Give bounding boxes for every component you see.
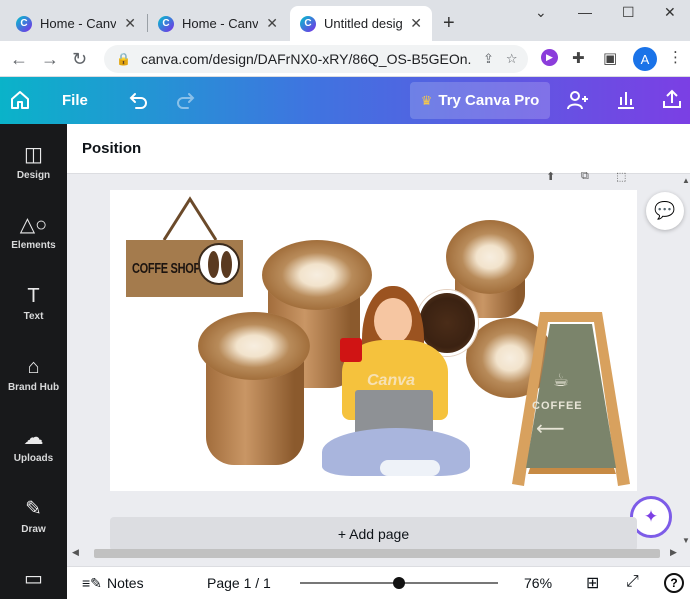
- grid-view-icon[interactable]: ⊞: [586, 573, 599, 593]
- lock-icon: 🔒: [116, 52, 131, 66]
- profile-avatar[interactable]: A: [633, 47, 657, 71]
- upload-share-icon[interactable]: [661, 88, 683, 115]
- elements-icon: △○: [19, 214, 48, 236]
- sparkle-icon: ✦: [643, 507, 659, 526]
- share-icon[interactable]: ⇪: [483, 51, 494, 67]
- page-indicator[interactable]: Page 1 / 1: [207, 575, 271, 591]
- help-icon[interactable]: ?: [664, 573, 684, 593]
- woman-shoes: [380, 460, 440, 476]
- notes-icon[interactable]: ≡✎: [82, 575, 102, 592]
- scroll-left-arrow-icon[interactable]: ◀: [72, 547, 79, 558]
- fullscreen-icon[interactable]: ⤢: [626, 573, 639, 591]
- close-icon[interactable]: ✕: [124, 15, 136, 32]
- add-comment-button[interactable]: 💬: [646, 192, 684, 230]
- canva-favicon-icon: C: [300, 15, 316, 32]
- insights-chart-icon[interactable]: [615, 88, 637, 115]
- address-url[interactable]: canva.com/design/DAFrNX0-xRY/86Q_OS-B5GE…: [141, 51, 471, 67]
- close-icon[interactable]: ✕: [266, 15, 278, 32]
- crown-icon: ♛: [420, 92, 433, 108]
- canva-watermark: Canva: [367, 372, 416, 389]
- sidebar-item-label: Text: [23, 311, 44, 322]
- scroll-thumb[interactable]: [94, 549, 660, 558]
- reload-icon[interactable]: ↻: [72, 49, 87, 70]
- back-arrow-icon[interactable]: ←: [10, 49, 28, 70]
- scroll-right-arrow-icon[interactable]: ▶: [670, 547, 677, 558]
- arrow-left-icon: ⟵: [536, 418, 565, 440]
- sidebar-item-label: Draw: [21, 524, 46, 535]
- brand-hub-icon: ⌂: [27, 356, 40, 378]
- canva-favicon-icon: C: [16, 15, 32, 32]
- woman-face: [374, 298, 412, 344]
- tab-title: Untitled design: [324, 16, 403, 31]
- design-icon: ◫: [24, 144, 43, 166]
- latte-art-front: [198, 312, 310, 380]
- undo-icon[interactable]: [128, 89, 150, 116]
- page-more-icon[interactable]: ⬚: [616, 170, 626, 183]
- cup-icon: ☕: [553, 370, 570, 390]
- canva-favicon-icon: C: [158, 15, 174, 32]
- sidebar-item-label: Design: [16, 170, 51, 181]
- share-people-icon[interactable]: [566, 88, 590, 117]
- sidebar-item-projects[interactable]: ▭: [0, 566, 67, 594]
- sidebar-item-label: Uploads: [13, 453, 54, 464]
- chevron-down-icon[interactable]: ⌄: [535, 4, 547, 21]
- browser-tab-home-1[interactable]: C Home - Canva ✕: [6, 6, 146, 41]
- sidebar-item-uploads[interactable]: ☁ Uploads: [0, 425, 67, 464]
- window-close-icon[interactable]: ✕: [664, 4, 676, 21]
- draw-icon: ✎: [25, 498, 42, 520]
- add-page-button[interactable]: + Add page: [110, 517, 637, 551]
- sidebar-item-label: Brand Hub: [7, 382, 60, 393]
- extension-play-icon[interactable]: ▶: [541, 49, 558, 66]
- uploads-icon: ☁: [23, 427, 44, 449]
- sidebar-item-design[interactable]: ◫ Design: [0, 142, 67, 181]
- scroll-down-arrow-icon[interactable]: ▼: [682, 536, 690, 545]
- sidebar-item-draw[interactable]: ✎ Draw: [0, 496, 67, 535]
- lock-page-icon[interactable]: ⬆: [546, 170, 555, 183]
- notes-button[interactable]: Notes: [107, 575, 144, 591]
- board-text: COFFEE: [532, 400, 583, 412]
- file-menu-button[interactable]: File: [62, 92, 88, 109]
- tab-title: Home - Canva: [182, 16, 259, 31]
- sidebar-item-brand-hub[interactable]: ⌂ Brand Hub: [0, 354, 67, 393]
- duplicate-page-icon[interactable]: ⧉: [581, 170, 589, 183]
- folder-icon: ▭: [24, 568, 43, 590]
- position-button[interactable]: Position: [82, 140, 141, 157]
- side-panel-icon[interactable]: ▣: [603, 49, 617, 67]
- home-icon[interactable]: [9, 89, 31, 116]
- scroll-up-arrow-icon[interactable]: ▲: [682, 176, 690, 185]
- zoom-slider-knob[interactable]: [393, 577, 405, 589]
- close-icon[interactable]: ✕: [410, 15, 422, 32]
- redo-icon[interactable]: [174, 89, 196, 116]
- new-tab-plus-icon[interactable]: +: [443, 12, 455, 35]
- sidebar-item-text[interactable]: T Text: [0, 283, 67, 322]
- bookmark-star-icon[interactable]: ☆: [506, 51, 518, 67]
- sign-string: [162, 196, 218, 241]
- try-canva-pro-label: Try Canva Pro: [438, 92, 540, 109]
- context-toolbar: [67, 124, 690, 174]
- text-icon: T: [27, 285, 40, 307]
- sidebar-item-label: Elements: [11, 240, 56, 251]
- browser-tab-home-2[interactable]: C Home - Canva ✕: [148, 6, 288, 41]
- latte-art-top: [262, 240, 372, 310]
- horizontal-scrollbar[interactable]: ◀ ▶: [68, 547, 684, 561]
- extensions-puzzle-icon[interactable]: ✚: [572, 49, 585, 67]
- browser-tab-untitled-design[interactable]: C Untitled design ✕: [290, 6, 432, 41]
- latte-heart-top: [446, 220, 534, 294]
- sidebar-item-elements[interactable]: △○ Elements: [0, 212, 67, 251]
- minimize-icon[interactable]: —: [578, 4, 592, 20]
- more-vertical-icon[interactable]: ⋮: [668, 48, 683, 66]
- forward-arrow-icon[interactable]: →: [41, 49, 59, 70]
- address-bar[interactable]: 🔒 canva.com/design/DAFrNX0-xRY/86Q_OS-B5…: [104, 45, 528, 73]
- red-mug: [340, 338, 362, 362]
- maximize-icon[interactable]: ☐: [622, 4, 635, 21]
- design-canvas[interactable]: COFFE SHOP Canva ☕ COFFEE ⟵: [110, 190, 637, 491]
- coffee-bean-logo-icon: [198, 243, 240, 285]
- tab-title: Home - Canva: [40, 16, 117, 31]
- comment-plus-icon: 💬: [654, 201, 676, 220]
- zoom-percent[interactable]: 76%: [524, 575, 552, 591]
- try-canva-pro-button[interactable]: ♛ Try Canva Pro: [410, 82, 550, 119]
- sign-text: COFFE SHOP: [132, 260, 201, 277]
